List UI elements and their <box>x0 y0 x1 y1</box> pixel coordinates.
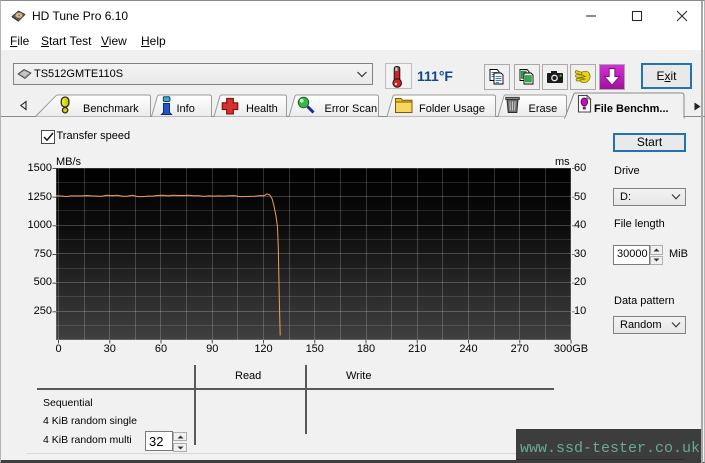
svg-text:Error Scan: Error Scan <box>325 103 378 115</box>
svg-text:Info: Info <box>177 103 195 115</box>
svg-text:Benchmark: Benchmark <box>83 103 139 115</box>
svg-text:File Benchm...: File Benchm... <box>594 103 669 115</box>
svg-text:Folder Usage: Folder Usage <box>419 103 485 115</box>
svg-text:Erase: Erase <box>529 103 558 115</box>
svg-text:Health: Health <box>246 103 278 115</box>
